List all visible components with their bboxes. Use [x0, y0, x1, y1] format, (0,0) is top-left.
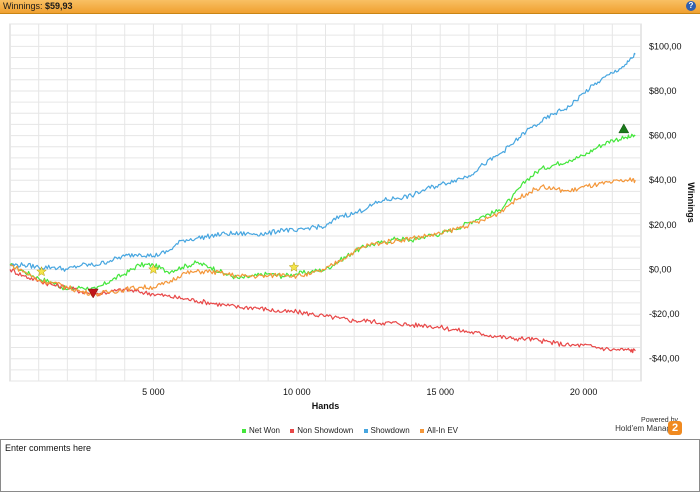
y-tick-label: -$40,00 [649, 354, 680, 364]
legend-label-showdown: Showdown [370, 426, 410, 435]
legend-item-net-won[interactable]: Net Won [242, 426, 280, 435]
x-tick-label: 20 000 [570, 387, 598, 397]
legend-item-non-showdown[interactable]: Non Showdown [290, 426, 353, 435]
product-name: Hold'em Manager [615, 424, 678, 433]
y-axis-label: Winnings [686, 182, 696, 222]
winnings-summary: Winnings: $59,93 [3, 0, 73, 13]
legend-swatch-showdown [363, 428, 368, 433]
y-tick-label: $20,00 [649, 220, 677, 230]
legend-item-showdown[interactable]: Showdown [363, 426, 410, 435]
legend-label-net-won: Net Won [249, 426, 280, 435]
hm2-logo-icon: 2 [668, 421, 682, 435]
x-tick-label: 10 000 [283, 387, 311, 397]
x-tick-label: 15 000 [426, 387, 454, 397]
winnings-chart: -$40,00 -$20,00 $0,00 $20,00 $40,00 $60,00 $80… [9, 23, 696, 411]
winnings-label: Winnings: [3, 1, 43, 11]
y-tick-label: $60,00 [649, 131, 677, 141]
y-tick-label: $40,00 [649, 175, 677, 185]
legend-label-non-showdown: Non Showdown [297, 426, 354, 435]
y-tick-label: $80,00 [649, 86, 677, 96]
title-bar: Winnings: $59,93 ? [0, 0, 700, 14]
y-tick-label: $0,00 [649, 264, 672, 274]
powered-by: Powered by Hold'em Manager [590, 417, 678, 433]
y-tick-label: $100,00 [649, 41, 682, 51]
comments-box[interactable] [0, 439, 700, 492]
legend-swatch-non-showdown [290, 428, 295, 433]
legend-label-all-in-ev: All-In EV [426, 426, 458, 435]
y-tick-label: -$20,00 [649, 309, 680, 319]
winnings-value: $59,93 [45, 1, 73, 11]
legend-item-all-in-ev[interactable]: All-In EV [419, 426, 458, 435]
comments-input[interactable] [1, 440, 699, 491]
x-axis-label: Hands [312, 401, 340, 411]
x-tick-label: 5 000 [142, 387, 165, 397]
legend-swatch-all-in-ev [419, 428, 424, 433]
legend-swatch-net-won [242, 428, 246, 433]
help-icon[interactable]: ? [686, 1, 696, 11]
